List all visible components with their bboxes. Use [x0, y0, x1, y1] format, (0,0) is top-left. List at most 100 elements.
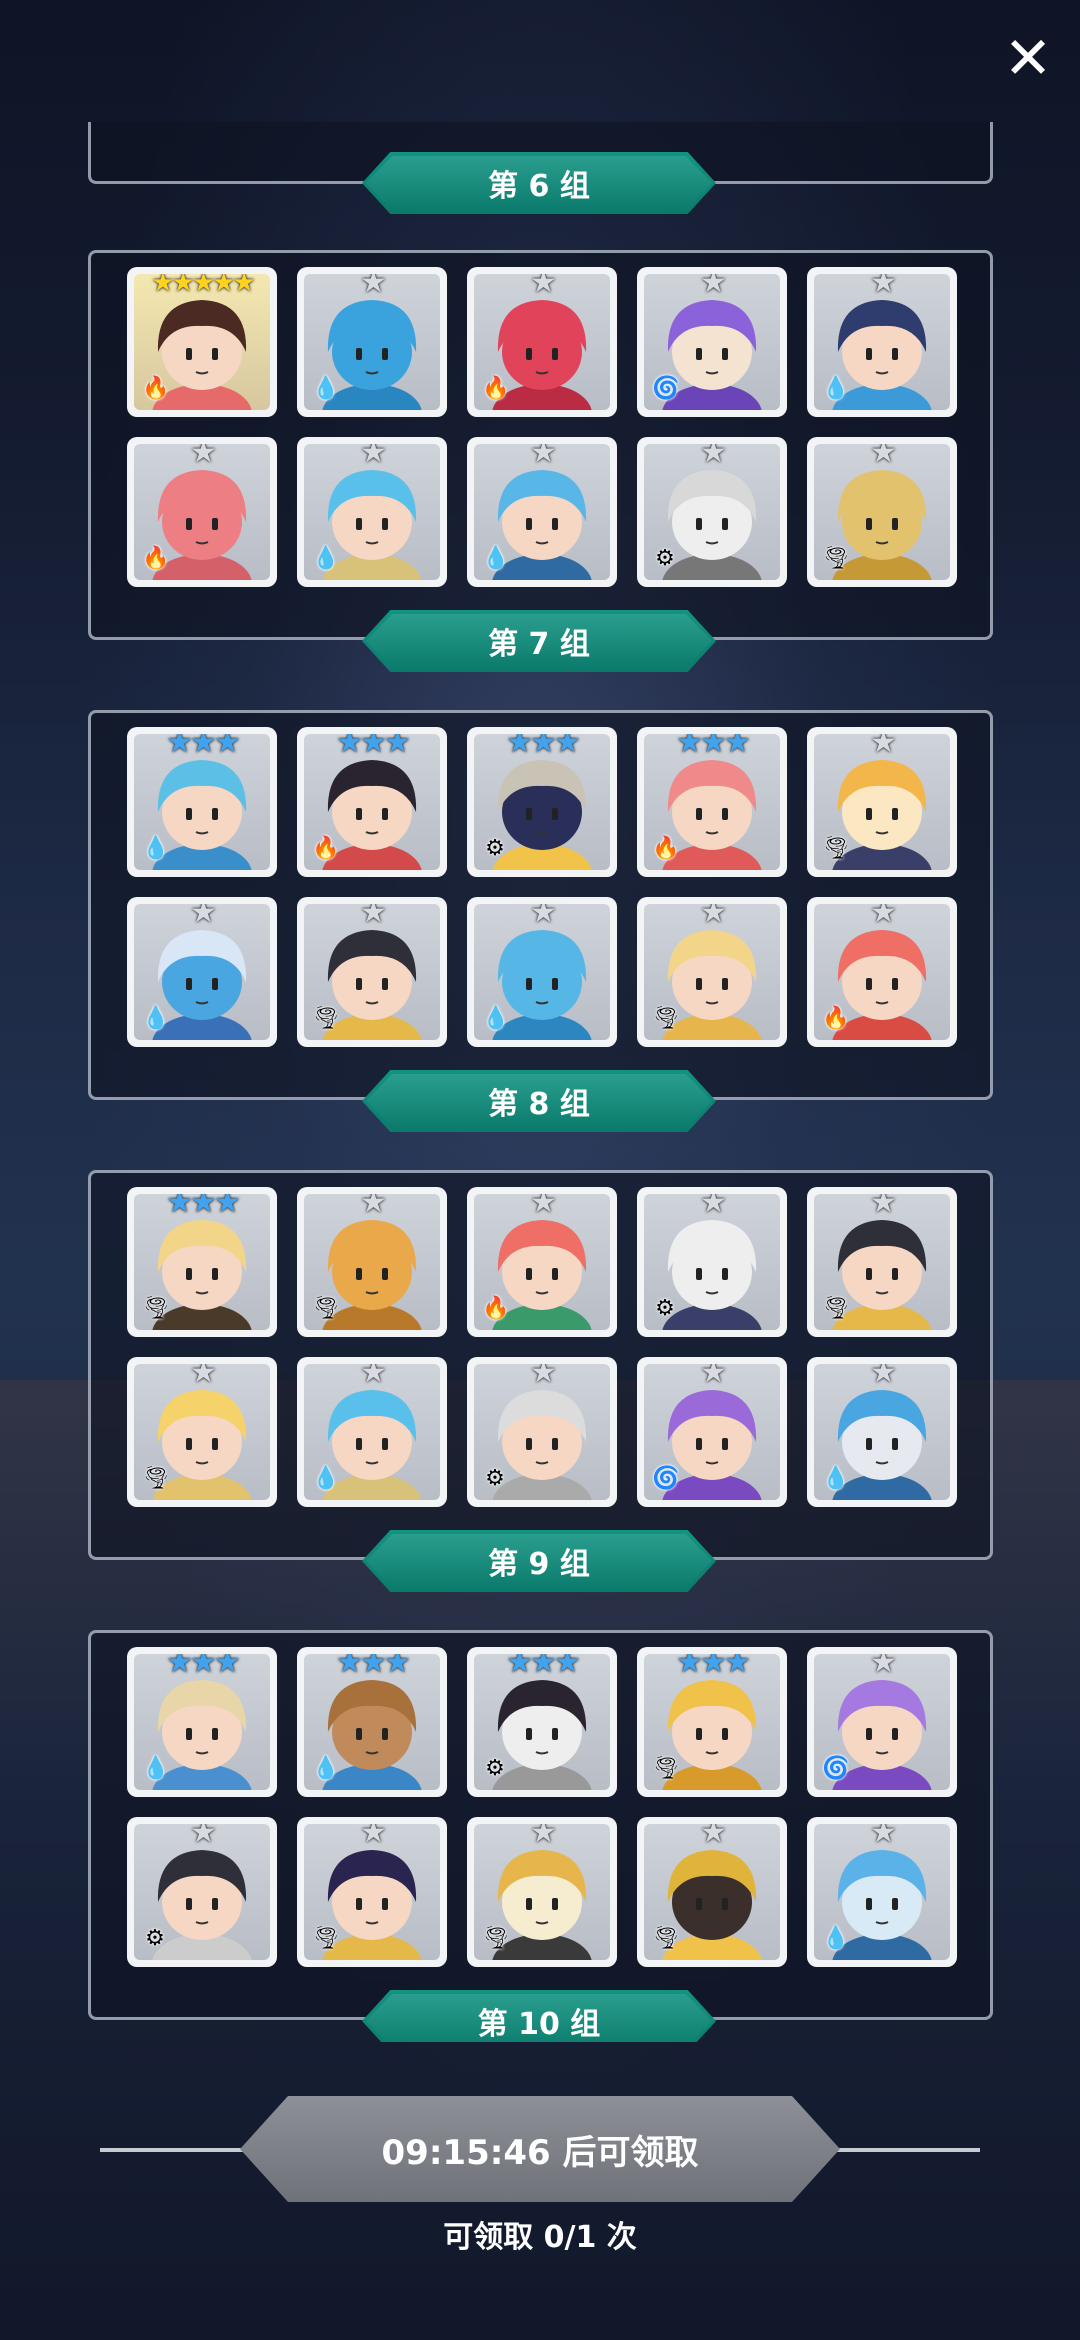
hero-card[interactable]: ★★★ 🔥: [637, 727, 787, 877]
hero-card[interactable]: ★ 🌪: [127, 1357, 277, 1507]
water-element-icon: 💧: [142, 1756, 170, 1781]
fire-element-icon: 🔥: [482, 376, 510, 401]
hero-card[interactable]: ★ 🌪: [807, 1187, 957, 1337]
hero-card[interactable]: ★ ⚙: [637, 437, 787, 587]
star-rating: ★: [530, 1364, 557, 1390]
earth-element-icon: 🌪: [652, 1006, 680, 1031]
hero-card[interactable]: ★ 💧: [297, 267, 447, 417]
hero-card[interactable]: ★ 💧: [807, 1817, 957, 1967]
hero-card[interactable]: ★ 🌀: [637, 1357, 787, 1507]
hero-portrait: ★ 🌪: [644, 1824, 780, 1960]
hero-card[interactable]: ★ 💧: [807, 267, 957, 417]
group-label-text: 第 9 组: [488, 1547, 590, 1582]
earth-element-icon: 🌪: [482, 1926, 510, 1951]
hero-card[interactable]: ★★★ 🌪: [127, 1187, 277, 1337]
hero-card[interactable]: ★★★ ⚙: [467, 1647, 617, 1797]
group-label-9: 第 9 组: [362, 1530, 716, 1592]
hero-card[interactable]: ★ 🔥: [807, 897, 957, 1047]
hero-portrait: ★ 💧: [134, 904, 270, 1040]
hero-card[interactable]: ★ 💧: [467, 897, 617, 1047]
hero-portrait: ★ 🌀: [814, 1654, 950, 1790]
hero-portrait: ★ 🌪: [644, 904, 780, 1040]
hero-card[interactable]: ★ ⚙: [637, 1187, 787, 1337]
group-list[interactable]: 第 6 组 ★★★★★ 🔥 ★ 💧 ★ 🔥 ★ 🌀 ★ 💧 ★ 🔥 ★ 💧 ★ …: [0, 122, 1080, 2042]
hero-card[interactable]: ★ 💧: [297, 437, 447, 587]
star-rating: ★★★★★: [151, 274, 256, 298]
hero-card[interactable]: ★ 🌀: [637, 267, 787, 417]
hero-portrait: ★ 💧: [814, 274, 950, 410]
hero-card[interactable]: ★ ⚙: [467, 1357, 617, 1507]
water-element-icon: 💧: [312, 1756, 340, 1781]
star-rating: ★: [870, 1654, 897, 1680]
water-element-icon: 💧: [822, 1926, 850, 1951]
hero-card[interactable]: ★ 💧: [467, 437, 617, 587]
hero-portrait: ★ 🌀: [644, 1364, 780, 1500]
star-rating: ★★★: [676, 1654, 751, 1680]
star-rating: ★: [700, 444, 727, 470]
earth-element-icon: 🌪: [652, 1756, 680, 1781]
group-panel: ★★★ 💧 ★★★ 💧 ★★★ ⚙ ★★★ 🌪 ★ 🌀 ★ ⚙ ★ 🌪 ★ 🌪 …: [88, 1630, 993, 2020]
light-element-icon: ⚙: [145, 1926, 165, 1951]
group-panel: ★★★★★ 🔥 ★ 💧 ★ 🔥 ★ 🌀 ★ 💧 ★ 🔥 ★ 💧 ★ 💧 ★ ⚙ …: [88, 250, 993, 640]
hero-card[interactable]: ★ 🔥: [127, 437, 277, 587]
hero-card[interactable]: ★★★ ⚙: [467, 727, 617, 877]
hero-card[interactable]: ★ 🌪: [807, 727, 957, 877]
hero-portrait: ★ 💧: [304, 274, 440, 410]
group-label-7: 第 7 组: [362, 610, 716, 672]
star-rating: ★: [530, 444, 557, 470]
earth-element-icon: 🌪: [312, 1006, 340, 1031]
hero-card[interactable]: ★ 🔥: [467, 1187, 617, 1337]
hero-card[interactable]: ★★★ 💧: [127, 727, 277, 877]
star-rating: ★: [700, 1824, 727, 1850]
star-rating: ★: [870, 274, 897, 300]
dark-element-icon: 🌀: [822, 1756, 850, 1781]
star-rating: ★★★: [336, 1654, 411, 1680]
hero-card[interactable]: ★ ⚙: [127, 1817, 277, 1967]
hero-portrait: ★ 💧: [814, 1364, 950, 1500]
hero-portrait: ★ ⚙: [134, 1824, 270, 1960]
earth-element-icon: 🌪: [822, 546, 850, 571]
claim-button[interactable]: 09:15:46 后可领取: [240, 2096, 840, 2202]
close-button[interactable]: ✕: [998, 28, 1058, 88]
hero-card[interactable]: ★★★ 🌪: [637, 1647, 787, 1797]
claim-count: 可领取 0/1 次: [443, 2220, 637, 2255]
hero-card[interactable]: ★ 🌪: [467, 1817, 617, 1967]
hero-portrait: ★★★ ⚙: [474, 734, 610, 870]
light-element-icon: ⚙: [655, 1296, 675, 1321]
hero-card[interactable]: ★ 🌪: [637, 1817, 787, 1967]
hero-card[interactable]: ★ 🌪: [807, 437, 957, 587]
hero-card[interactable]: ★ 💧: [807, 1357, 957, 1507]
hero-card[interactable]: ★★★★★ 🔥: [127, 267, 277, 417]
water-element-icon: 💧: [822, 1466, 850, 1491]
hero-portrait: ★ 🌪: [304, 904, 440, 1040]
star-rating: ★: [190, 1824, 217, 1850]
group-label-10: 第 10 组: [362, 1990, 716, 2042]
hero-card[interactable]: ★ 🌀: [807, 1647, 957, 1797]
star-rating: ★: [360, 904, 387, 930]
light-element-icon: ⚙: [655, 546, 675, 571]
hero-portrait: ★ ⚙: [474, 1364, 610, 1500]
hero-portrait: ★ 💧: [814, 1824, 950, 1960]
hero-card[interactable]: ★ 💧: [297, 1357, 447, 1507]
hero-card[interactable]: ★ 🔥: [467, 267, 617, 417]
fire-element-icon: 🔥: [142, 546, 170, 571]
hero-card[interactable]: ★ 🌪: [297, 1187, 447, 1337]
hero-card[interactable]: ★★★ 🔥: [297, 727, 447, 877]
hero-card[interactable]: ★ 🌪: [637, 897, 787, 1047]
claim-divider-left: [100, 2148, 250, 2152]
hero-portrait: ★★★ 🔥: [304, 734, 440, 870]
hero-portrait: ★★★★★ 🔥: [134, 274, 270, 410]
water-element-icon: 💧: [312, 1466, 340, 1491]
hero-card[interactable]: ★ 💧: [127, 897, 277, 1047]
water-element-icon: 💧: [142, 836, 170, 861]
hero-portrait: ★★★ 💧: [134, 1654, 270, 1790]
star-rating: ★★★: [166, 734, 241, 760]
hero-card[interactable]: ★ 🌪: [297, 1817, 447, 1967]
hero-card[interactable]: ★★★ 💧: [297, 1647, 447, 1797]
star-rating: ★: [530, 1194, 557, 1220]
star-rating: ★: [870, 734, 897, 760]
fire-element-icon: 🔥: [652, 836, 680, 861]
hero-card[interactable]: ★ 🌪: [297, 897, 447, 1047]
star-rating: ★: [530, 274, 557, 300]
hero-card[interactable]: ★★★ 💧: [127, 1647, 277, 1797]
